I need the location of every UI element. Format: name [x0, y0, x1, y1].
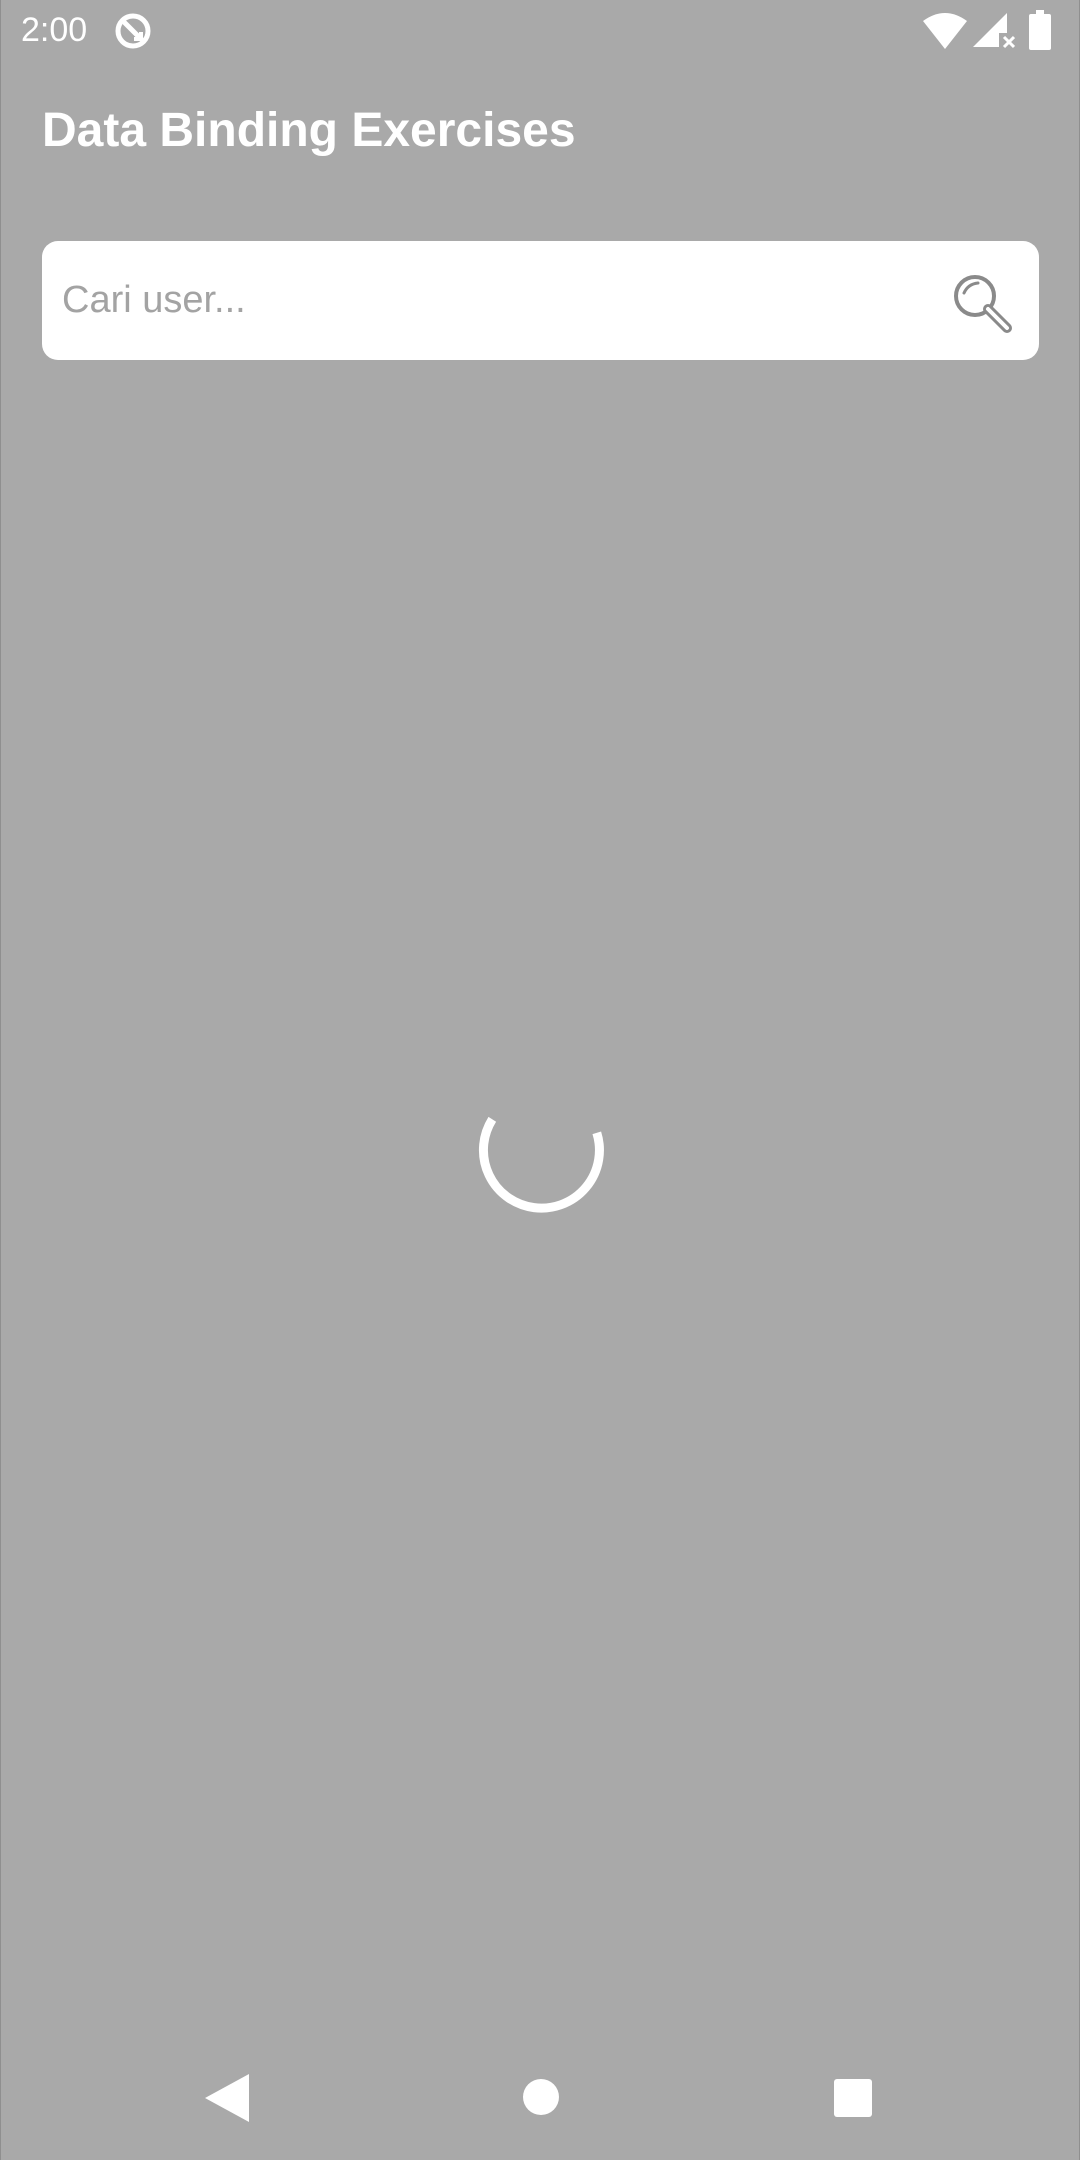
home-button[interactable]	[522, 2078, 560, 2116]
search-input[interactable]	[62, 241, 942, 360]
loading-spinner	[478, 1116, 604, 1213]
screen: 2:00 Data Binding Exercises	[0, 0, 1080, 2160]
page-title: Data Binding Exercises	[42, 104, 576, 157]
back-button[interactable]	[203, 2072, 251, 2124]
search-icon[interactable]	[948, 269, 1014, 335]
recents-button[interactable]	[834, 2079, 872, 2117]
status-icons	[923, 10, 1063, 52]
app-notification-icon	[115, 13, 151, 49]
status-bar: 2:00	[1, 0, 1080, 60]
battery-icon	[1029, 10, 1051, 50]
navigation-bar	[1, 2040, 1080, 2160]
wifi-icon	[923, 13, 967, 49]
status-time: 2:00	[21, 11, 88, 49]
search-box[interactable]	[42, 241, 1039, 360]
signal-icon	[973, 13, 1015, 49]
